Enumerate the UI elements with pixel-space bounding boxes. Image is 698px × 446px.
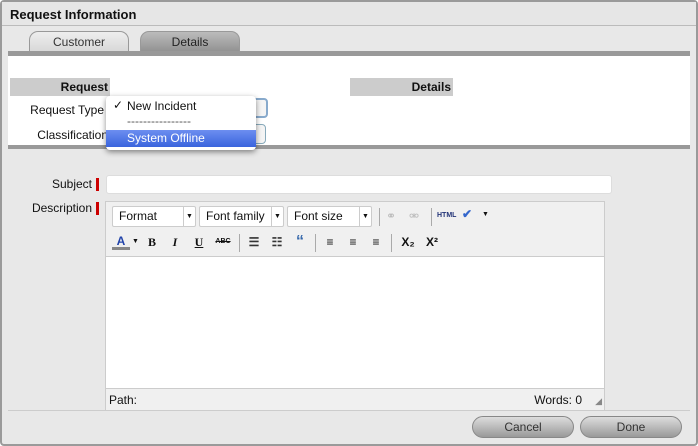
font-size-label: Font size <box>294 209 343 223</box>
classification-label: Classification <box>37 128 108 142</box>
section-header-details: Details <box>350 78 453 96</box>
underline-button[interactable]: U <box>190 232 208 252</box>
subject-input[interactable] <box>106 175 612 194</box>
resize-handle-icon[interactable]: ◢ <box>595 396 602 407</box>
subject-label: Subject <box>51 177 92 191</box>
subscript-button[interactable]: X₂ <box>397 232 419 252</box>
option-system-offline[interactable]: System Offline <box>106 130 256 147</box>
bullet-list-icon[interactable]: ☰ <box>245 232 263 252</box>
blockquote-button[interactable]: “ <box>291 232 309 252</box>
superscript-button[interactable]: X² <box>421 232 443 252</box>
dialog-window: Request Information Customer Details Req… <box>0 0 698 446</box>
link-icon[interactable]: ⚭ <box>386 209 396 223</box>
chevron-down-icon: ▼ <box>271 207 283 226</box>
option-separator: ---------------- <box>127 114 191 128</box>
strikethrough-button[interactable]: ABC <box>212 232 234 252</box>
italic-button[interactable]: I <box>166 232 184 252</box>
required-marker <box>96 202 99 215</box>
align-left-icon[interactable]: ≡ <box>321 232 339 252</box>
format-label: Format <box>119 209 158 223</box>
dialog-title: Request Information <box>10 7 137 22</box>
cancel-button[interactable]: Cancel <box>472 416 574 438</box>
description-textarea[interactable] <box>106 256 604 389</box>
font-family-select[interactable]: Font family ▼ <box>199 206 284 227</box>
chevron-down-icon: ▼ <box>359 207 371 226</box>
numbered-list-icon[interactable]: ☷ <box>268 232 286 252</box>
divider <box>8 410 690 411</box>
required-marker <box>96 178 99 191</box>
chevron-down-icon: ▼ <box>183 207 195 226</box>
font-size-select[interactable]: Font size ▼ <box>287 206 372 227</box>
unlink-icon[interactable]: ⚮ <box>409 209 419 223</box>
tab-customer[interactable]: Customer <box>29 31 129 53</box>
chevron-down-icon[interactable]: ▼ <box>482 211 489 218</box>
done-button[interactable]: Done <box>580 416 682 438</box>
tab-details[interactable]: Details <box>140 31 240 53</box>
section-header-request: Request <box>10 78 110 96</box>
align-center-icon[interactable]: ≡ <box>344 232 362 252</box>
request-type-dropdown-menu: ✓ New Incident ---------------- System O… <box>106 96 256 150</box>
request-type-label: Request Type <box>30 103 104 117</box>
rich-text-editor: Format ▼ Font family ▼ Font size ▼ ⚭ ⚮ HTML… <box>105 201 605 411</box>
spellcheck-icon[interactable]: ✔ <box>462 207 472 221</box>
word-count: Words: 0 <box>534 393 582 407</box>
font-color-icon[interactable]: A <box>112 233 130 250</box>
chevron-down-icon[interactable]: ▼ <box>132 238 139 245</box>
path-label: Path: <box>109 393 138 407</box>
format-select[interactable]: Format ▼ <box>112 206 196 227</box>
html-source-button[interactable]: HTML <box>437 212 456 219</box>
bold-button[interactable]: B <box>143 232 161 252</box>
description-label: Description <box>31 201 92 215</box>
font-family-label: Font family <box>206 209 265 223</box>
align-right-icon[interactable]: ≡ <box>367 232 385 252</box>
